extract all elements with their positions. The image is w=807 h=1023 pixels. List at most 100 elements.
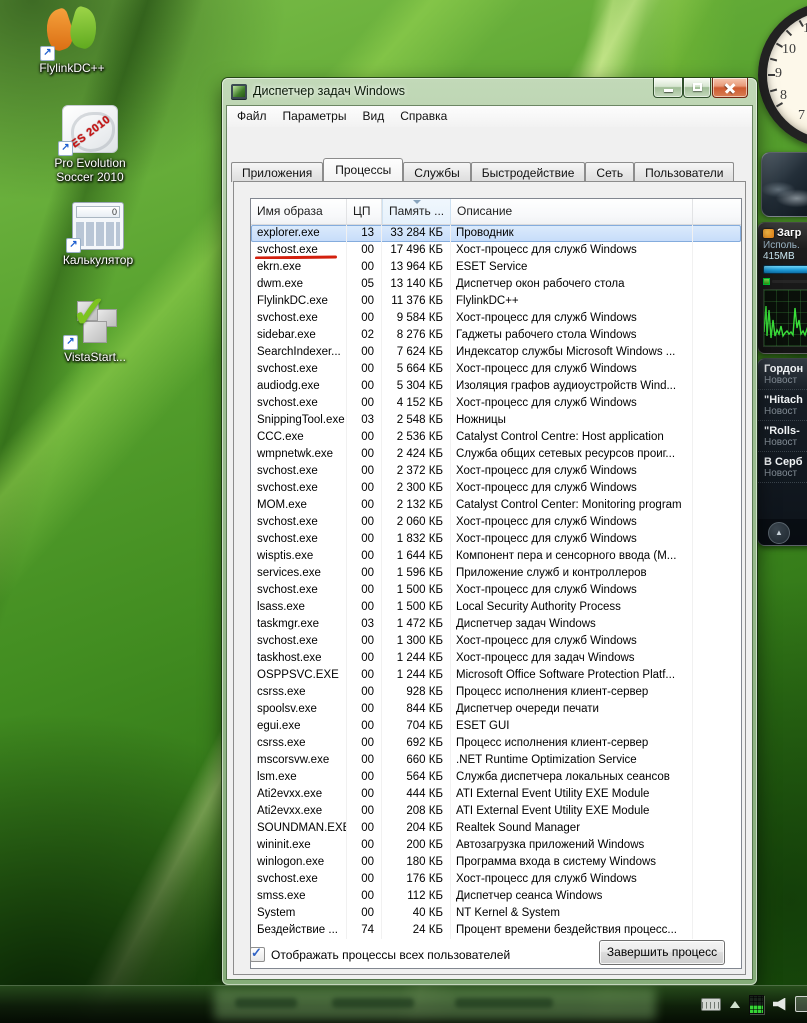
minimize-button[interactable]: [653, 78, 683, 98]
shortcut-arrow-icon: ↗: [66, 238, 81, 253]
news-item-title: В Серб: [764, 456, 807, 468]
table-row[interactable]: egui.exe00704 КБESET GUI: [251, 718, 741, 735]
table-row[interactable]: svchost.exe001 832 КБХост-процесс для сл…: [251, 531, 741, 548]
table-row[interactable]: svchost.exe002 372 КБХост-процесс для сл…: [251, 463, 741, 480]
clock-number: 9: [775, 66, 782, 82]
keyboard-layout-icon[interactable]: [701, 998, 721, 1011]
table-row[interactable]: svchost.exe002 060 КБХост-процесс для сл…: [251, 514, 741, 531]
process-list: Имя образа ЦП Память ... Описание explor…: [250, 198, 742, 969]
desktop-icon-flylinkdc[interactable]: ↗ FlylinkDC++: [17, 8, 127, 76]
volume-icon[interactable]: [773, 998, 786, 1011]
news-item[interactable]: В СербНовост: [758, 452, 807, 483]
table-row[interactable]: audiodg.exe005 304 КБИзоляция графов ауд…: [251, 378, 741, 395]
table-row[interactable]: OSPPSVC.EXE001 244 КБMicrosoft Office So…: [251, 667, 741, 684]
table-row[interactable]: Ati2evxx.exe00444 КБATI External Event U…: [251, 786, 741, 803]
network-activity-icon[interactable]: [749, 995, 764, 1014]
table-row[interactable]: services.exe001 596 КБПриложение служб и…: [251, 565, 741, 582]
column-header-cpu[interactable]: ЦП: [347, 199, 382, 224]
menu-item[interactable]: Параметры: [275, 106, 355, 127]
news-item-subtitle: Новост: [764, 375, 807, 386]
minimize-icon: [664, 89, 673, 92]
table-row[interactable]: System0040 КБNT Kernel & System: [251, 905, 741, 922]
table-row[interactable]: svchost.exe001 300 КБХост-процесс для сл…: [251, 633, 741, 650]
news-item[interactable]: ГордонНовост: [758, 359, 807, 390]
tab-inactive[interactable]: Пользователи: [634, 162, 734, 182]
table-row[interactable]: wininit.exe00200 КБАвтозагрузка приложен…: [251, 837, 741, 854]
table-row[interactable]: sidebar.exe028 276 КБГаджеты рабочего ст…: [251, 327, 741, 344]
menu-item[interactable]: Вид: [354, 106, 392, 127]
column-header-description[interactable]: Описание: [451, 199, 693, 224]
news-item[interactable]: "HitachНовост: [758, 390, 807, 421]
task-manager-window: Диспетчер задач Windows ФайлПараметрыВид…: [222, 78, 757, 985]
menu-item[interactable]: Файл: [229, 106, 275, 127]
table-row[interactable]: taskmgr.exe031 472 КБДиспетчер задач Win…: [251, 616, 741, 633]
show-all-users-checkbox[interactable]: [250, 947, 265, 962]
column-header-memory[interactable]: Память ...: [382, 199, 451, 224]
table-row[interactable]: svchost.exe0017 496 КБХост-процесс для с…: [251, 242, 741, 259]
pes2010-icon: ES 2010 ↗: [62, 103, 118, 153]
table-row[interactable]: taskhost.exe001 244 КБХост-процесс для з…: [251, 650, 741, 667]
taskbar[interactable]: [0, 985, 807, 1023]
network-icon[interactable]: [795, 996, 807, 1012]
table-row[interactable]: lsass.exe001 500 КБLocal Security Author…: [251, 599, 741, 616]
tab-inactive[interactable]: Быстродействие: [471, 162, 586, 182]
table-row[interactable]: explorer.exe1333 284 КБПроводник: [251, 225, 741, 242]
icon-label: Pro Evolution Soccer 2010: [35, 157, 145, 185]
table-row[interactable]: winlogon.exe00180 КБПрограмма входа в си…: [251, 854, 741, 871]
table-row[interactable]: wmpnetwk.exe002 424 КБСлужба общих сетев…: [251, 446, 741, 463]
news-item[interactable]: "Rolls-Новост: [758, 421, 807, 452]
table-row[interactable]: FlylinkDC.exe0011 376 КБFlylinkDC++: [251, 293, 741, 310]
desktop-icon-calculator[interactable]: 0 ↗ Калькулятор: [43, 200, 153, 268]
table-row[interactable]: csrss.exe00928 КБПроцесс исполнения клие…: [251, 684, 741, 701]
process-list-body: explorer.exe1333 284 КБПроводникsvchost.…: [251, 225, 741, 939]
table-row[interactable]: SOUNDMAN.EXE00204 КБRealtek Sound Manage…: [251, 820, 741, 837]
table-row[interactable]: svchost.exe004 152 КБХост-процесс для сл…: [251, 395, 741, 412]
table-row[interactable]: svchost.exe002 300 КБХост-процесс для сл…: [251, 480, 741, 497]
icon-label: Калькулятор: [43, 254, 153, 268]
clock-number: 8: [780, 88, 787, 104]
blurred-status-text: [455, 998, 553, 1008]
end-process-button[interactable]: Завершить процесс: [599, 940, 725, 965]
table-row[interactable]: mscorsvw.exe00660 КБ.NET Runtime Optimiz…: [251, 752, 741, 769]
table-row[interactable]: SnippingTool.exe032 548 КБНожницы: [251, 412, 741, 429]
memory-usage-bar: [763, 265, 807, 274]
table-row[interactable]: lsm.exe00564 КБСлужба диспетчера локальн…: [251, 769, 741, 786]
table-row[interactable]: csrss.exe00692 КБПроцесс исполнения клие…: [251, 735, 741, 752]
tab-active[interactable]: Процессы: [323, 158, 403, 181]
tab-inactive[interactable]: Службы: [403, 162, 470, 182]
table-row[interactable]: svchost.exe005 664 КБХост-процесс для сл…: [251, 361, 741, 378]
table-row[interactable]: Ati2evxx.exe00208 КБATI External Event U…: [251, 803, 741, 820]
table-row[interactable]: Бездействие ...7424 КБПроцент времени бе…: [251, 922, 741, 939]
table-row[interactable]: svchost.exe00176 КБХост-процесс для служ…: [251, 871, 741, 888]
table-row[interactable]: SearchIndexer...007 624 КБИндексатор слу…: [251, 344, 741, 361]
table-row[interactable]: svchost.exe001 500 КБХост-процесс для сл…: [251, 582, 741, 599]
table-row[interactable]: CCC.exe002 536 КБCatalyst Control Centre…: [251, 429, 741, 446]
menu-item[interactable]: Справка: [392, 106, 455, 127]
news-feed-gadget[interactable]: ГордонНовост"HitachНовост"Rolls-НовостВ …: [757, 358, 807, 546]
table-row[interactable]: ekrn.exe0013 964 КБESET Service: [251, 259, 741, 276]
flylinkdc-icon: ↗: [44, 8, 100, 58]
table-row[interactable]: dwm.exe0513 140 КБДиспетчер окон рабочег…: [251, 276, 741, 293]
table-row[interactable]: svchost.exe009 584 КБХост-процесс для сл…: [251, 310, 741, 327]
weather-gadget[interactable]: [761, 152, 807, 217]
desktop-icon-vistastart[interactable]: ✓ ↗ VistaStart...: [40, 297, 150, 365]
news-item-title: "Rolls-: [764, 425, 807, 437]
system-monitor-gadget[interactable]: Загр Исполь. 415MB: [757, 222, 807, 354]
news-prev-button[interactable]: ▲: [768, 522, 790, 544]
shortcut-arrow-icon: ↗: [63, 335, 78, 350]
maximize-button[interactable]: [683, 78, 711, 98]
tab-inactive[interactable]: Сеть: [585, 162, 634, 182]
table-row[interactable]: spoolsv.exe00844 КБДиспетчер очереди печ…: [251, 701, 741, 718]
table-row[interactable]: MOM.exe002 132 КБCatalyst Control Center…: [251, 497, 741, 514]
show-hidden-icons-icon[interactable]: [730, 1001, 740, 1008]
title-bar[interactable]: Диспетчер задач Windows: [222, 78, 757, 106]
column-header-name[interactable]: Имя образа: [251, 199, 347, 224]
shortcut-arrow-icon: ↗: [40, 46, 55, 61]
desktop-icon-pes2010[interactable]: ES 2010 ↗ Pro Evolution Soccer 2010: [35, 103, 145, 185]
table-row[interactable]: wisptis.exe001 644 КБКомпонент пера и се…: [251, 548, 741, 565]
cpu-history-graph: [763, 289, 807, 347]
close-button[interactable]: [712, 78, 748, 98]
news-item-subtitle: Новост: [764, 437, 807, 448]
tab-inactive[interactable]: Приложения: [231, 162, 323, 182]
table-row[interactable]: smss.exe00112 КБДиспетчер сеанса Windows: [251, 888, 741, 905]
